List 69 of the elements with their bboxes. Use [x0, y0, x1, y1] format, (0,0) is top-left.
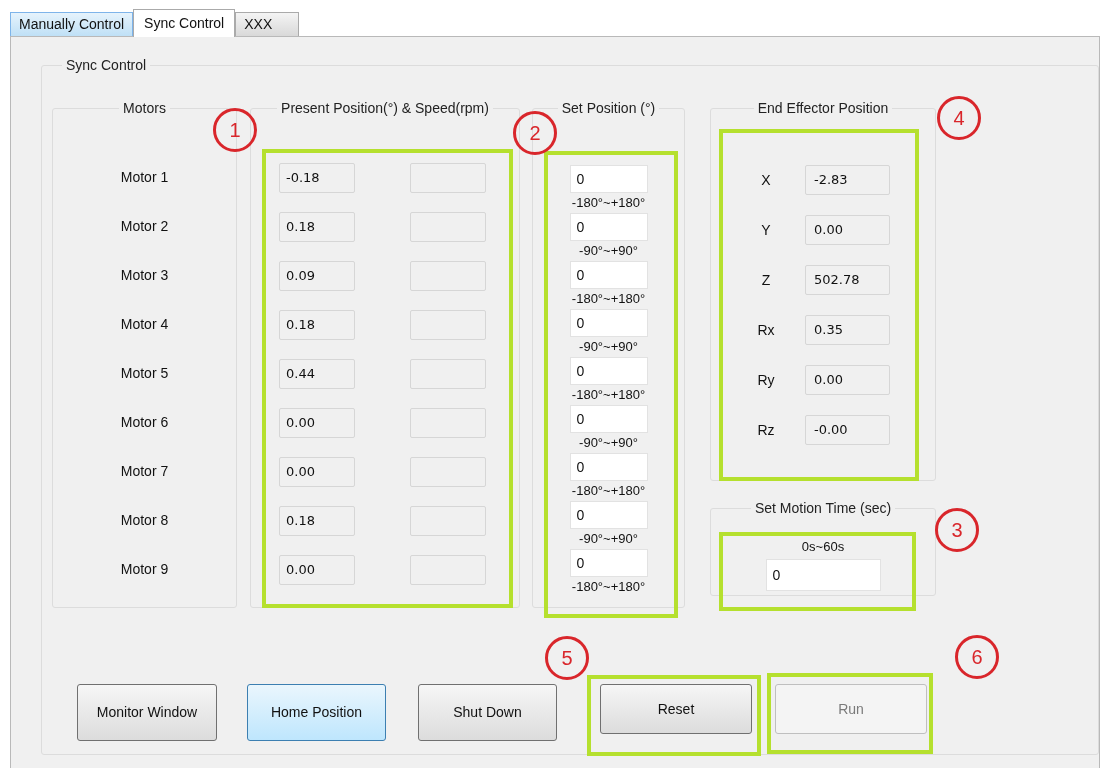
readonly-field: 0.00 [805, 365, 890, 395]
range-label: 0s~60s [801, 539, 845, 555]
callout-number: 1 [213, 108, 257, 152]
motor-label: Motor 3 [120, 266, 169, 285]
motor-label: Motor 7 [120, 462, 169, 481]
axis-label: Z [760, 270, 772, 290]
readonly-field: 0.35 [805, 315, 890, 345]
axis-label: Rx [756, 320, 776, 340]
readonly-field: 502.78 [805, 265, 890, 295]
readonly-field: -0.00 [805, 415, 890, 445]
callout-number: 4 [937, 96, 981, 140]
range-label: -180°~+180° [571, 194, 646, 212]
input-field[interactable]: 0 [569, 357, 648, 385]
range-label: -90°~+90° [579, 530, 638, 548]
motor-label: Motor 9 [120, 560, 169, 579]
readonly-field: 0.18 [279, 211, 355, 242]
push-button[interactable]: Shut Down [418, 684, 557, 741]
group-title: Set Motion Time (sec) [754, 500, 892, 516]
group-title: Set Position (°) [561, 100, 656, 116]
tab[interactable]: Manually Control [10, 12, 134, 36]
motor-label: Motor 4 [120, 315, 169, 334]
motor-label: Motor 5 [120, 364, 169, 383]
callout-number: 3 [935, 508, 979, 552]
motor-label: Motor 1 [120, 168, 169, 187]
tab[interactable]: Sync Control [133, 9, 236, 37]
input-field[interactable]: 0 [569, 501, 648, 529]
input-field[interactable]: 0 [569, 165, 648, 193]
tab[interactable]: XXX [235, 12, 300, 36]
range-label: -180°~+180° [571, 482, 646, 500]
input-field[interactable]: 0 [569, 261, 648, 289]
input-field[interactable]: 0 [569, 309, 648, 337]
readonly-field: 0.00 [279, 554, 355, 585]
readonly-field: 0.18 [279, 309, 355, 340]
callout-number: 2 [513, 111, 557, 155]
push-button[interactable]: Monitor Window [77, 684, 217, 741]
readonly-field: 0.00 [805, 215, 890, 245]
range-label: -90°~+90° [579, 434, 638, 452]
readonly-field: 0.09 [279, 260, 355, 291]
callout-number: 5 [545, 636, 589, 680]
push-button[interactable]: Reset [600, 684, 752, 734]
group-title: End Effector Position [757, 100, 889, 116]
push-button[interactable]: Home Position [247, 684, 386, 741]
readonly-field: 0.18 [279, 505, 355, 536]
readonly-field: -0.18 [279, 162, 355, 193]
readonly-field: -2.83 [805, 165, 890, 195]
axis-label: Ry [756, 370, 776, 390]
range-label: -180°~+180° [571, 578, 646, 596]
input-field[interactable]: 0 [569, 549, 648, 577]
motor-label: Motor 6 [120, 413, 169, 432]
input-field[interactable]: 0 [569, 213, 648, 241]
range-label: -180°~+180° [571, 386, 646, 404]
range-label: -90°~+90° [579, 242, 638, 260]
input-field[interactable]: 0 [569, 453, 648, 481]
motor-label: Motor 8 [120, 511, 169, 530]
callout-number: 6 [955, 635, 999, 679]
axis-label: Y [760, 220, 772, 240]
input-field[interactable]: 0 [765, 559, 881, 591]
group-title: Present Position(°) & Speed(rpm) [281, 100, 489, 116]
readonly-field: 0.44 [279, 358, 355, 389]
range-label: -90°~+90° [579, 338, 638, 356]
axis-label: Rz [756, 420, 776, 440]
readonly-field: 0.00 [279, 407, 355, 438]
input-field[interactable]: 0 [569, 405, 648, 433]
range-label: -180°~+180° [571, 290, 646, 308]
axis-label: X [760, 170, 772, 190]
group-title: Sync Control [66, 57, 147, 73]
readonly-field: 0.00 [279, 456, 355, 487]
group-title: Motors [123, 100, 166, 116]
motor-label: Motor 2 [120, 217, 169, 236]
